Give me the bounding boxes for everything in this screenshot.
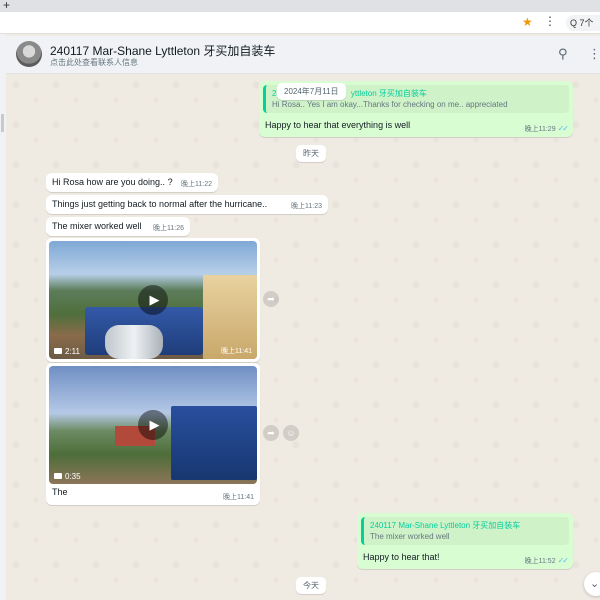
message-out[interactable]: 240117 Mar-Shane Lyttleton 牙买加自装车 The mi… <box>357 513 573 569</box>
quote-author: 240117 Mar-Shane Lyttleton 牙买加自装车 <box>370 521 521 530</box>
forward-icon[interactable]: ➦ <box>263 425 279 441</box>
forward-icon[interactable]: ➦ <box>263 291 279 307</box>
read-ticks-icon: ✓✓ <box>557 556 569 565</box>
more-icon[interactable]: ⋮ <box>588 47 600 61</box>
message-in[interactable]: The mixer worked well 晚上11:26 <box>46 217 190 236</box>
video-caption: The <box>52 487 68 497</box>
message-time: 晚上11:22 <box>181 181 212 188</box>
video-duration: 2:11 <box>54 347 80 356</box>
date-divider: 2024年7月11日 <box>277 83 346 100</box>
quote-text: The mixer worked well <box>370 532 450 541</box>
read-ticks-icon: ✓✓ <box>557 124 569 133</box>
star-icon[interactable]: ★ <box>522 15 533 29</box>
play-icon[interactable]: ▶ <box>138 285 168 315</box>
browser-tabstrip: + <box>0 0 600 12</box>
message-time: 晚上11:41 <box>221 348 252 355</box>
mixer-drum-shape <box>105 325 163 359</box>
video-thumbnail[interactable]: ▶ 2:11 晚上11:41 <box>49 241 257 359</box>
machine-shape <box>171 406 257 480</box>
new-tab-button[interactable]: + <box>3 0 10 12</box>
message-time: 晚上11:41 <box>223 494 254 501</box>
date-divider: 昨天 <box>296 145 326 162</box>
scroll-marker <box>1 114 4 132</box>
avatar[interactable] <box>16 41 42 67</box>
message-text: Hi Rosa how are you doing.. ? <box>52 177 173 187</box>
message-time: 晚上11:26 <box>153 225 184 232</box>
kebab-icon[interactable]: ⋮ <box>544 14 556 28</box>
emoji-icon[interactable]: ☺ <box>283 425 299 441</box>
quote-text: Hi Rosa.. Yes I am okay...Thanks for che… <box>272 100 508 109</box>
chat-area[interactable]: 24yttleton 牙买加自装车 Hi Rosa.. Yes I am oka… <box>6 75 600 600</box>
message-time: 晚上11:29 ✓✓ <box>524 124 569 133</box>
chat-header[interactable]: 240117 Mar-Shane Lyttleton 牙买加自装车 点击此处查看… <box>6 36 600 74</box>
browser-toolbar: ★ ⋮ Q 7个 <box>0 12 600 34</box>
video-camera-icon <box>54 473 62 479</box>
video-duration: 0:35 <box>54 472 81 481</box>
quoted-message[interactable]: 240117 Mar-Shane Lyttleton 牙买加自装车 The mi… <box>361 517 569 545</box>
message-text: Happy to hear that! <box>363 552 440 562</box>
date-divider: 今天 <box>296 577 326 594</box>
message-in[interactable]: Things just getting back to normal after… <box>46 195 328 214</box>
message-time: 晚上11:52 ✓✓ <box>524 556 569 565</box>
video-camera-icon <box>54 348 62 354</box>
message-in[interactable]: Hi Rosa how are you doing.. ? 晚上11:22 <box>46 173 218 192</box>
message-time: 晚上11:23 <box>291 203 322 210</box>
video-message[interactable]: ▶ 2:11 晚上11:41 <box>46 238 260 362</box>
video-thumbnail[interactable]: ▶ 0:35 <box>49 366 257 484</box>
play-icon[interactable]: ▶ <box>138 410 168 440</box>
message-text: Happy to hear that everything is well <box>265 120 411 130</box>
search-icon[interactable]: ⚲ <box>558 47 568 61</box>
message-text: Things just getting back to normal after… <box>52 199 268 209</box>
video-message[interactable]: ▶ 0:35 The 晚上11:41 <box>46 363 260 505</box>
message-text: The mixer worked well <box>52 221 142 231</box>
chat-subtitle[interactable]: 点击此处查看联系人信息 <box>50 57 138 68</box>
browser-search-box[interactable]: Q 7个 <box>566 15 600 31</box>
